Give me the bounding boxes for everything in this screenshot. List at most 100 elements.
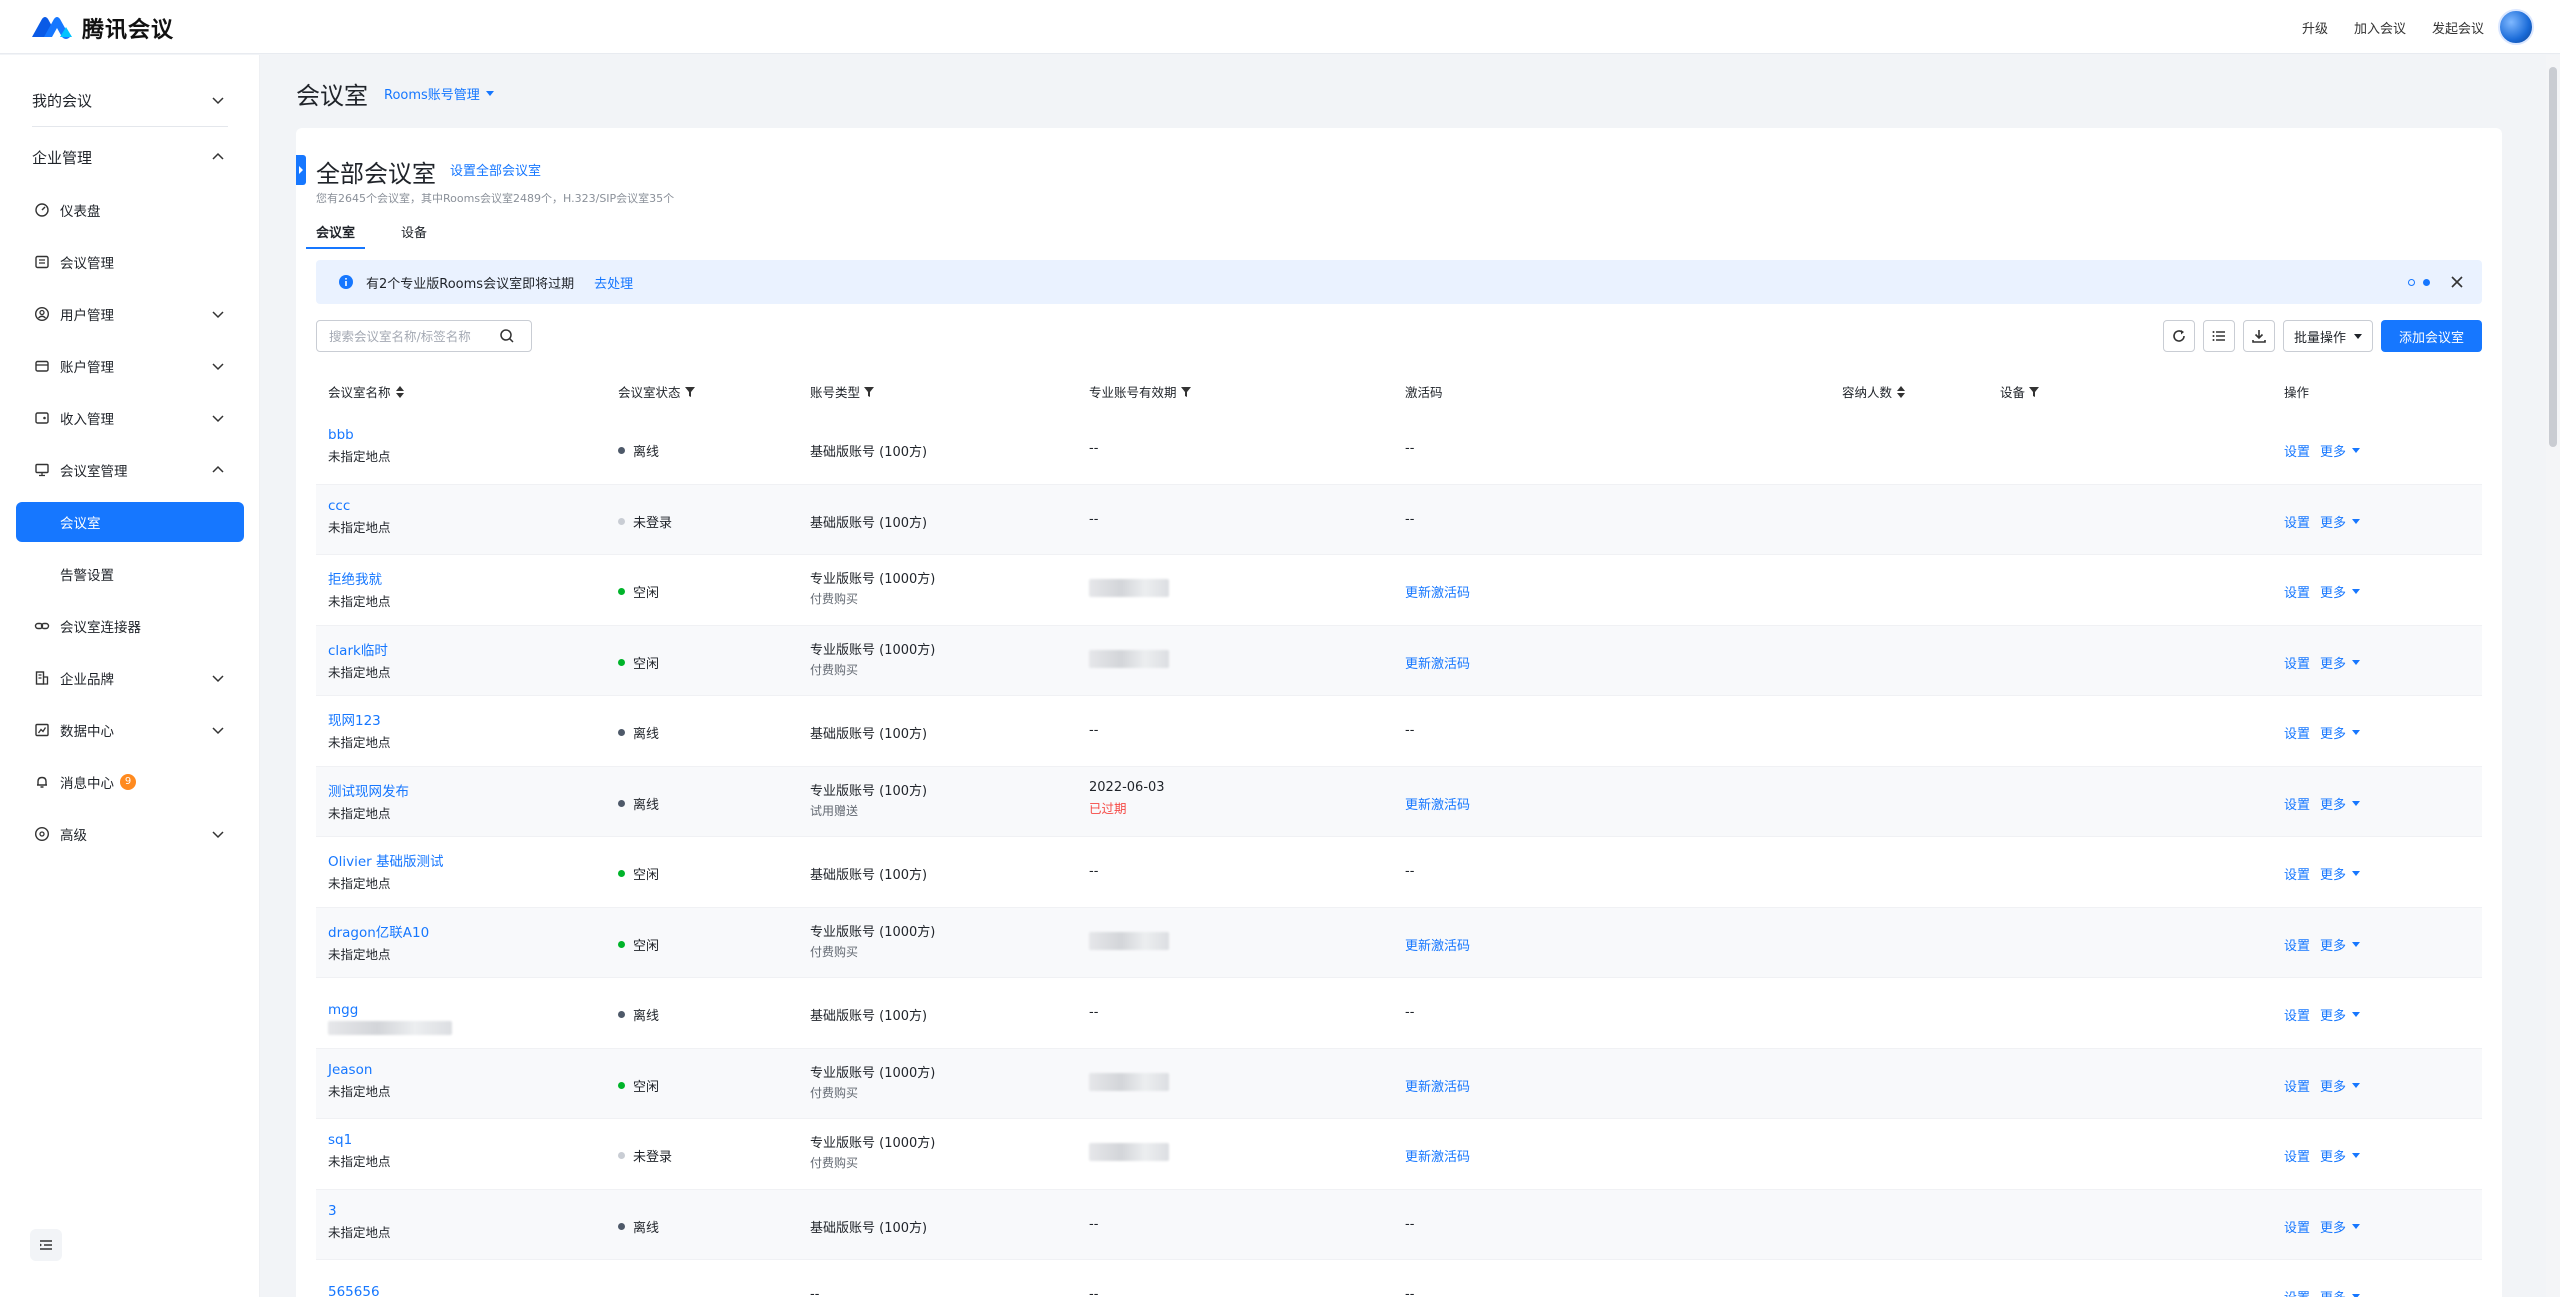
room-name-link[interactable]: Jeason [328,1062,391,1078]
update-code-link[interactable]: 更新激活码 [1405,1076,1470,1095]
sidebar-item-user-mgmt[interactable]: 用户管理 [16,294,244,334]
sidebar-item-rooms[interactable]: 会议室 [16,502,244,542]
upgrade-link[interactable]: 升级 [2302,18,2328,37]
pager-dot-active[interactable] [2423,279,2430,286]
room-name-link[interactable]: Olivier 基础版测试 [328,850,444,870]
table-row[interactable]: Jeason 未指定地点 空闲 专业版账号 (1000方) 付费购买 更新激活码 设置 更多 [316,1048,2482,1119]
join-meeting-link[interactable]: 加入会议 [2354,18,2406,37]
table-row[interactable]: 测试现网发布 未指定地点 离线 专业版账号 (100方) 试用赠送 2022-06-03 已… [316,766,2482,837]
more-dropdown[interactable]: 更多 [2320,864,2361,883]
sidebar-item-meeting-mgmt[interactable]: 会议管理 [16,242,244,282]
room-name-link[interactable]: ccc [328,498,391,514]
room-name-link[interactable]: 现网123 [328,709,391,729]
more-dropdown[interactable]: 更多 [2320,1005,2361,1024]
table-row[interactable]: bbb 未指定地点 离线 基础版账号 (100方) -- -- 设置 更多 [316,414,2482,485]
batch-actions-dropdown[interactable]: 批量操作 [2282,320,2373,352]
tab-devices[interactable]: 设备 [401,222,427,249]
room-name-link[interactable]: 565656 [328,1284,380,1297]
settings-link[interactable]: 设置 [2284,1287,2310,1297]
settings-link[interactable]: 设置 [2284,1146,2310,1165]
settings-link[interactable]: 设置 [2284,1076,2310,1095]
update-code-link[interactable]: 更新激活码 [1405,653,1470,672]
more-dropdown[interactable]: 更多 [2320,1076,2361,1095]
handle-link[interactable]: 去处理 [594,273,633,292]
room-name-link[interactable]: mgg [328,1002,452,1018]
room-name-link[interactable]: 测试现网发布 [328,780,409,800]
settings-link[interactable]: 设置 [2284,653,2310,672]
room-name-link[interactable]: bbb [328,427,391,443]
column-header-expiry[interactable]: 专业账号有效期 [1089,382,1191,401]
column-header-capacity[interactable]: 容纳人数 [1842,382,1906,401]
settings-link[interactable]: 设置 [2284,794,2310,813]
sidebar-group-my-meetings[interactable]: 我的会议 [0,75,260,125]
avatar[interactable] [2498,9,2534,45]
table-row[interactable]: dragon亿联A10 未指定地点 空闲 专业版账号 (1000方) 付费购买 更新激活码… [316,907,2482,978]
room-name-link[interactable]: dragon亿联A10 [328,921,429,941]
more-dropdown[interactable]: 更多 [2320,1217,2361,1236]
sidebar-item-room-mgmt[interactable]: 会议室管理 [16,450,244,490]
tab-rooms[interactable]: 会议室 [306,222,366,249]
scrollbar-thumb[interactable] [2549,67,2557,447]
more-dropdown[interactable]: 更多 [2320,512,2361,531]
more-dropdown[interactable]: 更多 [2320,1146,2361,1165]
more-dropdown[interactable]: 更多 [2320,653,2361,672]
table-row[interactable]: mgg 离线 基础版账号 (100方) -- -- 设置 更多 [316,978,2482,1049]
refresh-button[interactable] [2162,320,2195,352]
table-row[interactable]: clark临时 未指定地点 空闲 专业版账号 (1000方) 付费购买 更新激活码 设置 更多 [316,625,2482,696]
more-dropdown[interactable]: 更多 [2320,1287,2361,1297]
update-code-link[interactable]: 更新激活码 [1405,582,1470,601]
column-header-status[interactable]: 会议室状态 [618,382,695,401]
sidebar-item-account-mgmt[interactable]: 账户管理 [16,346,244,386]
sidebar-item-dashboard[interactable]: 仪表盘 [16,190,244,230]
sidebar-item-brand[interactable]: 企业品牌 [16,658,244,698]
room-name-link[interactable]: 拒绝我就 [328,568,391,588]
column-header-device[interactable]: 设备 [2000,382,2040,401]
table-row[interactable]: 565656 -- -- -- 设置更多 [316,1260,2482,1297]
room-name-link[interactable]: 3 [328,1203,391,1219]
brand[interactable]: 腾讯会议 [30,12,174,44]
search-icon[interactable] [499,328,515,344]
room-name-link[interactable]: clark临时 [328,639,391,659]
more-dropdown[interactable]: 更多 [2320,723,2361,742]
collapse-sidebar-button[interactable] [30,1229,62,1261]
settings-link[interactable]: 设置 [2284,935,2310,954]
start-meeting-link[interactable]: 发起会议 [2432,18,2484,37]
close-icon[interactable] [2448,273,2466,291]
table-row[interactable]: sq1 未指定地点 未登录 专业版账号 (1000方) 付费购买 更新激活码 设置 更多 [316,1119,2482,1190]
settings-link[interactable]: 设置 [2284,582,2310,601]
sidebar-item-advanced[interactable]: 高级 [16,814,244,854]
update-code-link[interactable]: 更新激活码 [1405,1146,1470,1165]
table-row[interactable]: 3 未指定地点 离线 基础版账号 (100方) -- -- 设置 更多 [316,1189,2482,1260]
section-marker-icon[interactable] [296,155,306,185]
sidebar-group-enterprise[interactable]: 企业管理 [0,132,260,182]
update-code-link[interactable]: 更新激活码 [1405,794,1470,813]
search-input[interactable] [329,328,499,344]
sidebar-item-messages[interactable]: 消息中心 9 [16,762,244,802]
table-row[interactable]: ccc 未指定地点 未登录 基础版账号 (100方) -- -- 设置 更多 [316,484,2482,555]
rooms-account-dropdown[interactable]: Rooms账号管理 [384,84,494,103]
more-dropdown[interactable]: 更多 [2320,935,2361,954]
settings-link[interactable]: 设置 [2284,723,2310,742]
update-code-link[interactable]: 更新激活码 [1405,935,1470,954]
column-header-account[interactable]: 账号类型 [810,382,875,401]
room-name-link[interactable]: sq1 [328,1132,391,1148]
export-button[interactable] [2242,320,2275,352]
column-settings-button[interactable] [2202,320,2235,352]
column-header-name[interactable]: 会议室名称 [328,382,405,401]
page-scrollbar[interactable] [2546,55,2560,1297]
set-all-rooms-link[interactable]: 设置全部会议室 [450,160,541,179]
sidebar-item-alerts[interactable]: 告警设置 [16,554,244,594]
more-dropdown[interactable]: 更多 [2320,441,2361,460]
table-row[interactable]: 拒绝我就 未指定地点 空闲 专业版账号 (1000方) 付费购买 更新激活码 设置 更多 [316,555,2482,626]
pager-dot[interactable] [2408,279,2415,286]
more-dropdown[interactable]: 更多 [2320,794,2361,813]
sidebar-item-data-center[interactable]: 数据中心 [16,710,244,750]
more-dropdown[interactable]: 更多 [2320,582,2361,601]
settings-link[interactable]: 设置 [2284,441,2310,460]
add-room-button[interactable]: 添加会议室 [2380,320,2482,352]
settings-link[interactable]: 设置 [2284,1005,2310,1024]
table-row[interactable]: 现网123 未指定地点 离线 基础版账号 (100方) -- -- 设置 更多 [316,696,2482,767]
sidebar-item-connector[interactable]: 会议室连接器 [16,606,244,646]
settings-link[interactable]: 设置 [2284,1217,2310,1236]
settings-link[interactable]: 设置 [2284,864,2310,883]
